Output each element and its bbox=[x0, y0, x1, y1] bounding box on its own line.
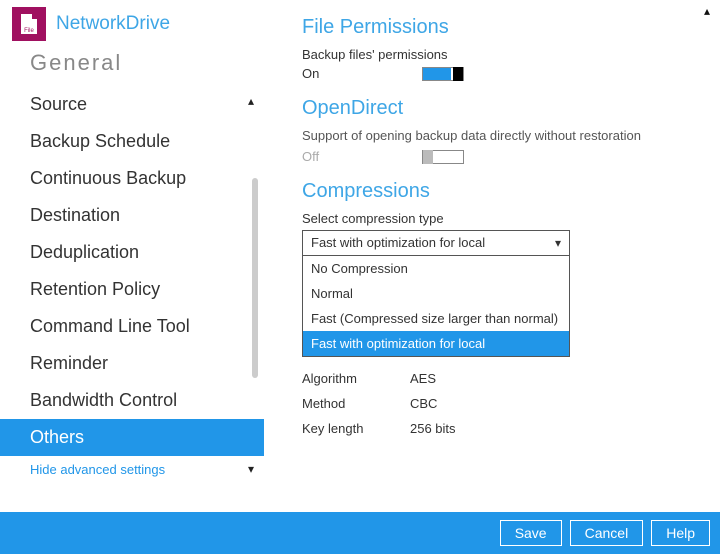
toggle-state-label: On bbox=[302, 66, 402, 81]
opendirect-title: OpenDirect bbox=[302, 97, 710, 120]
main-area: File NetworkDrive General Source ▴ Backu… bbox=[0, 0, 720, 512]
compression-option[interactable]: Fast with optimization for local bbox=[303, 331, 569, 356]
sidebar-item-label: Backup Schedule bbox=[30, 131, 170, 151]
sidebar-item-general[interactable]: General bbox=[0, 50, 264, 86]
hide-advanced-link[interactable]: Hide advanced settings ▾ bbox=[0, 456, 264, 487]
encryption-val: CBC bbox=[410, 396, 437, 411]
file-permissions-desc: Backup files' permissions bbox=[302, 47, 710, 62]
encryption-row: Key length 256 bits bbox=[302, 416, 710, 441]
opendirect-toggle-row: Off bbox=[302, 149, 710, 164]
chevron-up-icon[interactable]: ▴ bbox=[704, 4, 710, 18]
file-permissions-toggle[interactable] bbox=[422, 67, 464, 81]
compression-label: Select compression type bbox=[302, 211, 710, 226]
sidebar-item-label: Deduplication bbox=[30, 242, 139, 262]
brand-file-icon: File bbox=[12, 7, 46, 41]
encryption-val: 256 bits bbox=[410, 421, 456, 436]
cancel-button[interactable]: Cancel bbox=[570, 520, 644, 546]
sidebar-item-deduplication[interactable]: Deduplication bbox=[0, 234, 264, 271]
compression-selected-value: Fast with optimization for local bbox=[311, 231, 485, 255]
chevron-down-icon: ▾ bbox=[248, 462, 254, 476]
sidebar-item-others[interactable]: Others bbox=[0, 419, 264, 456]
sidebar-scrollbar[interactable] bbox=[252, 178, 258, 378]
sidebar-item-bandwidth-control[interactable]: Bandwidth Control bbox=[0, 382, 264, 419]
sidebar-item-label: Retention Policy bbox=[30, 279, 160, 299]
hide-advanced-label: Hide advanced settings bbox=[30, 462, 165, 477]
file-permissions-toggle-row: On bbox=[302, 66, 710, 81]
sidebar-item-label: Source bbox=[30, 94, 87, 114]
chevron-up-icon: ▴ bbox=[248, 94, 254, 108]
compression-select[interactable]: Fast with optimization for local ▾ bbox=[302, 230, 570, 256]
toggle-state-label: Off bbox=[302, 149, 402, 164]
sidebar-item-source[interactable]: Source ▴ bbox=[0, 86, 264, 123]
file-permissions-title: File Permissions bbox=[302, 16, 710, 39]
brand-title: NetworkDrive bbox=[56, 13, 170, 35]
encryption-key: Key length bbox=[302, 421, 402, 436]
help-button[interactable]: Help bbox=[651, 520, 710, 546]
opendirect-toggle[interactable] bbox=[422, 150, 464, 164]
encryption-key: Method bbox=[302, 396, 402, 411]
sidebar-item-destination[interactable]: Destination bbox=[0, 197, 264, 234]
encryption-val: AES bbox=[410, 371, 436, 386]
encryption-details: Algorithm AES Method CBC Key length 256 … bbox=[302, 366, 710, 441]
compression-select-wrap: Fast with optimization for local ▾ No Co… bbox=[302, 230, 570, 256]
sidebar: File NetworkDrive General Source ▴ Backu… bbox=[0, 0, 264, 512]
nav-list: General Source ▴ Backup Schedule Continu… bbox=[0, 48, 264, 512]
sidebar-item-retention-policy[interactable]: Retention Policy bbox=[0, 271, 264, 308]
encryption-row: Algorithm AES bbox=[302, 366, 710, 391]
chevron-down-icon: ▾ bbox=[555, 231, 561, 255]
sidebar-item-backup-schedule[interactable]: Backup Schedule bbox=[0, 123, 264, 160]
encryption-row: Method CBC bbox=[302, 391, 710, 416]
sidebar-item-continuous-backup[interactable]: Continuous Backup bbox=[0, 160, 264, 197]
sidebar-item-reminder[interactable]: Reminder bbox=[0, 345, 264, 382]
sidebar-item-label: Bandwidth Control bbox=[30, 390, 177, 410]
sidebar-item-label: Destination bbox=[30, 205, 120, 225]
compression-option[interactable]: Fast (Compressed size larger than normal… bbox=[303, 306, 569, 331]
sidebar-item-label: General bbox=[30, 50, 122, 75]
save-button[interactable]: Save bbox=[500, 520, 562, 546]
app-window: File NetworkDrive General Source ▴ Backu… bbox=[0, 0, 720, 554]
sidebar-item-label: Reminder bbox=[30, 353, 108, 373]
brand: File NetworkDrive bbox=[0, 0, 264, 48]
sidebar-item-label: Command Line Tool bbox=[30, 316, 190, 336]
compression-option[interactable]: Normal bbox=[303, 281, 569, 306]
compressions-title: Compressions bbox=[302, 180, 710, 203]
opendirect-desc: Support of opening backup data directly … bbox=[302, 128, 710, 143]
footer-bar: Save Cancel Help bbox=[0, 512, 720, 554]
compression-dropdown: No Compression Normal Fast (Compressed s… bbox=[302, 256, 570, 357]
sidebar-item-label: Continuous Backup bbox=[30, 168, 186, 188]
sidebar-item-label: Others bbox=[30, 427, 84, 447]
compression-option[interactable]: No Compression bbox=[303, 256, 569, 281]
sidebar-item-command-line-tool[interactable]: Command Line Tool bbox=[0, 308, 264, 345]
encryption-key: Algorithm bbox=[302, 371, 402, 386]
content-panel: ▴ File Permissions Backup files' permiss… bbox=[264, 0, 720, 512]
